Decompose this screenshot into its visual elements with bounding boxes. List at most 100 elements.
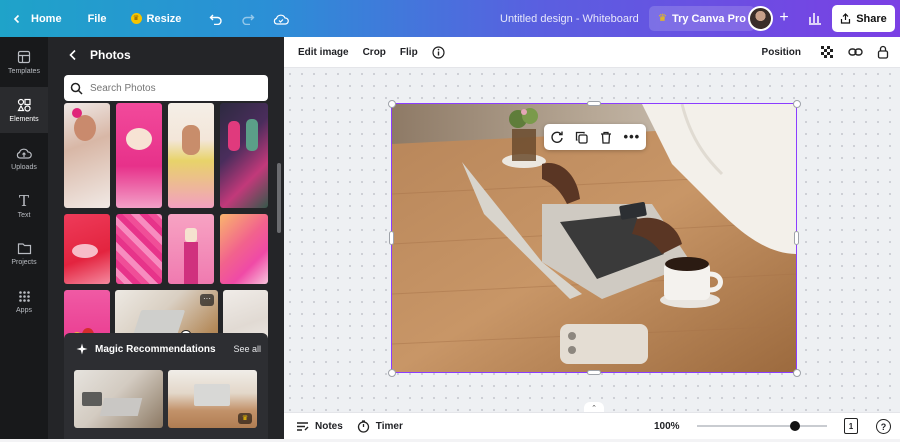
photos-panel: Photos Search Photos ··· Magic Recommend… bbox=[48, 37, 284, 439]
sidebar-item-elements[interactable]: Elements bbox=[0, 87, 48, 133]
photo-subject bbox=[185, 228, 197, 242]
projects-icon bbox=[17, 243, 31, 255]
photo-subject bbox=[72, 108, 82, 118]
photo-thumbnail[interactable] bbox=[168, 103, 214, 208]
magic-header: Magic Recommendations See all bbox=[76, 343, 261, 355]
resize-handle-right[interactable] bbox=[794, 231, 799, 245]
cloud-save-button[interactable] bbox=[264, 0, 298, 37]
resize-handle-bottom[interactable] bbox=[587, 370, 601, 375]
try-canva-pro-button[interactable]: ♛ Try Canva Pro bbox=[649, 6, 755, 31]
floating-element-toolbar: ••• bbox=[544, 124, 646, 150]
back-button[interactable] bbox=[68, 49, 78, 61]
crown-icon: ♛ bbox=[130, 13, 142, 24]
share-button[interactable]: Share bbox=[832, 5, 895, 32]
share-label: Share bbox=[856, 12, 887, 25]
trash-icon bbox=[600, 131, 611, 144]
recommended-photo[interactable]: ♛ bbox=[168, 370, 257, 428]
zoom-percentage[interactable]: 100% bbox=[654, 421, 680, 432]
timer-icon bbox=[357, 419, 369, 433]
photo-subject bbox=[194, 384, 230, 406]
photo-thumbnail[interactable] bbox=[64, 103, 110, 208]
more-options-button[interactable]: ••• bbox=[624, 130, 641, 143]
notes-button[interactable]: Notes bbox=[289, 411, 350, 442]
resize-handle-top-left[interactable] bbox=[388, 100, 396, 108]
context-toolbar: Edit image Crop Flip Position bbox=[284, 37, 900, 68]
add-collaborator-button[interactable]: + bbox=[775, 9, 793, 27]
sidebar-item-text[interactable]: T Text bbox=[0, 183, 48, 229]
photo-subject bbox=[126, 128, 152, 150]
resize-handle-top[interactable] bbox=[587, 101, 601, 106]
resize-handle-bottom-left[interactable] bbox=[388, 369, 396, 377]
photo-thumbnail[interactable] bbox=[220, 103, 268, 208]
photo-thumbnail[interactable] bbox=[116, 103, 162, 208]
link-button[interactable] bbox=[841, 37, 870, 68]
photo-subject bbox=[72, 244, 98, 258]
rotate-refresh-button[interactable] bbox=[550, 130, 564, 144]
lock-button[interactable] bbox=[870, 37, 896, 68]
templates-icon bbox=[17, 50, 31, 63]
photo-subject bbox=[99, 398, 143, 416]
undo-button[interactable] bbox=[200, 0, 232, 37]
duplicate-button[interactable] bbox=[575, 131, 589, 144]
resize-button[interactable]: ♛ Resize bbox=[122, 0, 191, 37]
panel-header: Photos bbox=[48, 37, 284, 73]
see-all-link[interactable]: See all bbox=[233, 344, 261, 354]
sparkle-icon bbox=[76, 343, 88, 355]
delete-button[interactable] bbox=[600, 131, 612, 144]
checkerboard-icon bbox=[821, 45, 833, 58]
crop-button[interactable]: Crop bbox=[356, 37, 393, 68]
home-button[interactable]: Home bbox=[0, 0, 71, 37]
recommended-photo[interactable] bbox=[74, 370, 163, 428]
resize-handle-left[interactable] bbox=[389, 231, 394, 245]
sidebar-item-uploads[interactable]: Uploads bbox=[0, 135, 48, 181]
help-button[interactable]: ? bbox=[876, 419, 891, 434]
search-input[interactable] bbox=[90, 82, 260, 94]
photo-thumbnail[interactable] bbox=[220, 214, 268, 284]
link-icon bbox=[848, 48, 863, 56]
try-pro-label: Try Canva Pro bbox=[671, 12, 746, 25]
zoom-slider-handle[interactable] bbox=[790, 421, 800, 431]
timer-label: Timer bbox=[375, 420, 403, 432]
sidebar-item-apps[interactable]: Apps bbox=[0, 279, 48, 325]
photo-subject bbox=[82, 392, 102, 406]
position-button[interactable]: Position bbox=[755, 37, 808, 68]
resize-handle-top-right[interactable] bbox=[793, 100, 801, 108]
photo-thumbnail[interactable] bbox=[168, 214, 214, 284]
page-count-button[interactable]: 1 bbox=[844, 418, 858, 434]
flip-button[interactable]: Flip bbox=[393, 37, 425, 68]
edit-image-button[interactable]: Edit image bbox=[291, 37, 356, 68]
notes-icon bbox=[297, 421, 309, 431]
more-options-button[interactable]: ··· bbox=[200, 294, 214, 306]
rotate-icon bbox=[551, 131, 563, 143]
search-box[interactable] bbox=[64, 75, 268, 101]
redo-button[interactable] bbox=[232, 0, 264, 37]
plus-icon: + bbox=[779, 9, 789, 26]
transparency-button[interactable] bbox=[814, 37, 841, 68]
lock-icon bbox=[877, 45, 889, 59]
premium-badge: ♛ bbox=[238, 413, 252, 424]
photo-thumbnail[interactable] bbox=[64, 214, 110, 284]
photo-subject bbox=[184, 242, 198, 284]
document-title[interactable]: Untitled design - Whiteboard bbox=[500, 0, 639, 37]
photo-subject bbox=[246, 119, 258, 151]
resize-handle-bottom-right[interactable] bbox=[793, 369, 801, 377]
file-menu-button[interactable]: File bbox=[79, 0, 116, 37]
top-bar: Home File ♛ Resize Untitled design - Whi… bbox=[0, 0, 900, 37]
ellipsis-icon: ··· bbox=[203, 294, 211, 303]
zoom-slider[interactable] bbox=[697, 425, 827, 427]
photo-subject bbox=[228, 121, 240, 151]
photo-thumbnail[interactable] bbox=[116, 214, 162, 284]
photo-grid: ··· bbox=[48, 103, 284, 367]
magic-recommendations: Magic Recommendations See all ♛ bbox=[64, 333, 268, 439]
insights-button[interactable] bbox=[805, 8, 825, 28]
undo-icon bbox=[209, 14, 223, 25]
avatar[interactable] bbox=[748, 6, 773, 31]
panel-scrollbar[interactable] bbox=[277, 163, 281, 233]
info-button[interactable] bbox=[425, 37, 452, 68]
home-label: Home bbox=[31, 12, 62, 25]
sidebar-item-templates[interactable]: Templates bbox=[0, 39, 48, 85]
sidebar-item-projects[interactable]: Projects bbox=[0, 231, 48, 277]
sidebar-item-label: Apps bbox=[16, 307, 32, 314]
text-icon: T bbox=[18, 191, 29, 210]
timer-button[interactable]: Timer bbox=[350, 411, 410, 442]
